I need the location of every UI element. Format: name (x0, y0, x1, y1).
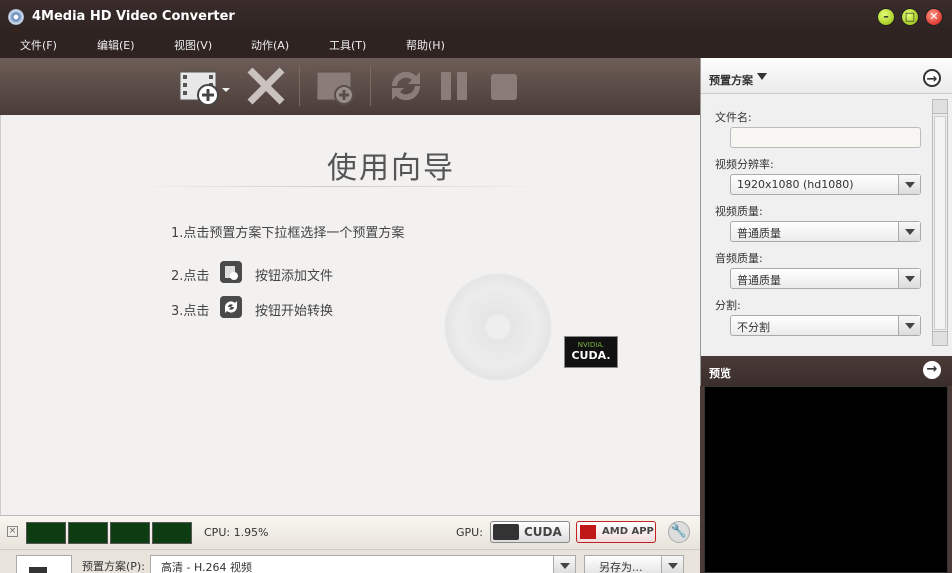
delete-icon[interactable] (246, 66, 286, 106)
main-content: 使用向导 1.点击预置方案下拉框选择一个预置方案 2.点击 按钮添加文件 3.点… (0, 115, 700, 515)
panel-header-title[interactable]: 预置方案 (709, 72, 753, 88)
app-logo-icon (8, 9, 24, 25)
wizard-title: 使用向导 (327, 151, 455, 186)
chevron-down-icon (898, 222, 920, 241)
settings-wrench-icon[interactable]: 🔧 (668, 521, 690, 543)
chevron-down-icon (898, 269, 920, 288)
convert-step-icon (220, 296, 242, 318)
resolution-value: 1920x1080 (hd1080) (737, 178, 854, 191)
menu-bar: 文件(F) 编辑(E) 视图(V) 动作(A) 工具(T) 帮助(H) (0, 34, 952, 58)
maximize-button[interactable]: □ (901, 8, 919, 26)
minimize-button[interactable]: – (877, 8, 895, 26)
split-label: 分割: (715, 299, 741, 312)
add-file-step-icon (220, 261, 242, 283)
menu-tools[interactable]: 工具(T) (329, 37, 366, 53)
arrow-right-icon[interactable]: → (923, 361, 941, 379)
gpu-label: GPU: (456, 526, 483, 539)
preview-header: 预览 → (700, 356, 952, 386)
cpu-graph (68, 522, 108, 544)
video-quality-label: 视频质量: (715, 205, 763, 218)
profile-settings-panel: 预置方案 → 文件名: 视频分辨率: 1920x1080 (hd1080) 视频… (700, 58, 952, 356)
wizard-step-2-prefix: 2.点击 (171, 269, 210, 284)
amd-button-label: AMD APP (602, 526, 654, 537)
stop-icon[interactable] (488, 66, 522, 106)
amd-app-button[interactable]: AMD APP (576, 521, 656, 543)
scroll-up-icon[interactable] (933, 100, 947, 114)
audio-quality-select[interactable]: 普通质量 (730, 268, 921, 289)
save-as-label: 另存为... (599, 561, 643, 573)
chevron-down-icon (553, 556, 575, 573)
cpu-graph (110, 522, 150, 544)
cpu-usage-label: CPU: 1.95% (204, 526, 269, 539)
profile-select-value: 高清 - H.264 视频 (161, 561, 253, 573)
profile-thumbnail-icon (16, 555, 72, 573)
convert-icon[interactable] (384, 66, 428, 106)
cpu-graph (26, 522, 66, 544)
profile-bar: 预置方案(P): 高清 - H.264 视频 另存为... (0, 549, 700, 573)
add-video-icon[interactable] (178, 66, 234, 106)
chevron-down-icon (898, 175, 920, 194)
toolbar (0, 58, 700, 115)
menu-file[interactable]: 文件(F) (20, 37, 57, 53)
title-bar: 4Media HD Video Converter – □ ✕ (0, 0, 952, 34)
chevron-down-icon (661, 556, 683, 573)
add-segment-icon[interactable] (314, 66, 358, 106)
video-quality-value: 普通质量 (737, 227, 781, 240)
logo-watermark-icon (443, 272, 553, 382)
preview-title: 预览 (709, 367, 731, 380)
panel-scrollbar[interactable] (932, 99, 948, 346)
cpu-graph (152, 522, 192, 544)
menu-help[interactable]: 帮助(H) (406, 37, 445, 53)
app-window: 4Media HD Video Converter – □ ✕ 文件(F) 编辑… (0, 0, 952, 573)
panel-header: 预置方案 → (701, 58, 952, 94)
cuda-button-label: CUDA (524, 525, 562, 539)
status-bar: × CPU: 1.95% GPU: CUDA AMD APP 🔧 (0, 515, 700, 549)
filename-input[interactable] (730, 127, 921, 148)
menu-action[interactable]: 动作(A) (251, 37, 289, 53)
wizard-divider (129, 186, 549, 187)
resolution-select[interactable]: 1920x1080 (hd1080) (730, 174, 921, 195)
split-value: 不分割 (737, 321, 770, 334)
wizard-step-2-suffix: 按钮添加文件 (255, 269, 334, 284)
resolution-label: 视频分辨率: (715, 158, 774, 171)
close-button[interactable]: ✕ (925, 8, 943, 26)
profile-select[interactable]: 高清 - H.264 视频 (150, 555, 576, 573)
filename-label: 文件名: (715, 111, 752, 124)
collapse-icon[interactable]: × (7, 526, 18, 537)
cuda-badge-top: NVIDIA. (577, 341, 605, 349)
video-quality-select[interactable]: 普通质量 (730, 221, 921, 242)
chevron-down-icon[interactable] (757, 73, 767, 80)
nvidia-eye-icon (493, 524, 519, 540)
save-as-button[interactable]: 另存为... (584, 555, 684, 573)
split-select[interactable]: 不分割 (730, 315, 921, 336)
chevron-down-icon (898, 316, 920, 335)
scroll-down-icon[interactable] (933, 331, 947, 345)
amd-logo-icon (580, 525, 596, 539)
nvidia-cuda-badge: NVIDIA. CUDA. (564, 336, 618, 368)
audio-quality-value: 普通质量 (737, 274, 781, 287)
hd-icon (29, 567, 47, 573)
profile-label: 预置方案(P): (82, 560, 145, 573)
wizard-step-3-suffix: 按钮开始转换 (255, 304, 334, 319)
wizard-step-3-prefix: 3.点击 (171, 304, 210, 319)
audio-quality-label: 音频质量: (715, 252, 763, 265)
pause-icon[interactable] (438, 66, 472, 106)
cuda-button[interactable]: CUDA (490, 521, 570, 543)
arrow-right-icon[interactable]: → (923, 69, 941, 87)
scroll-thumb[interactable] (934, 116, 946, 330)
cuda-badge-bottom: CUDA. (571, 349, 611, 362)
toolbar-separator (370, 66, 371, 106)
preview-screen (704, 386, 948, 573)
wizard-step-1: 1.点击预置方案下拉框选择一个预置方案 (171, 226, 405, 241)
toolbar-separator (299, 66, 300, 106)
menu-view[interactable]: 视图(V) (174, 37, 212, 53)
menu-edit[interactable]: 编辑(E) (97, 37, 135, 53)
window-title: 4Media HD Video Converter (32, 9, 235, 24)
